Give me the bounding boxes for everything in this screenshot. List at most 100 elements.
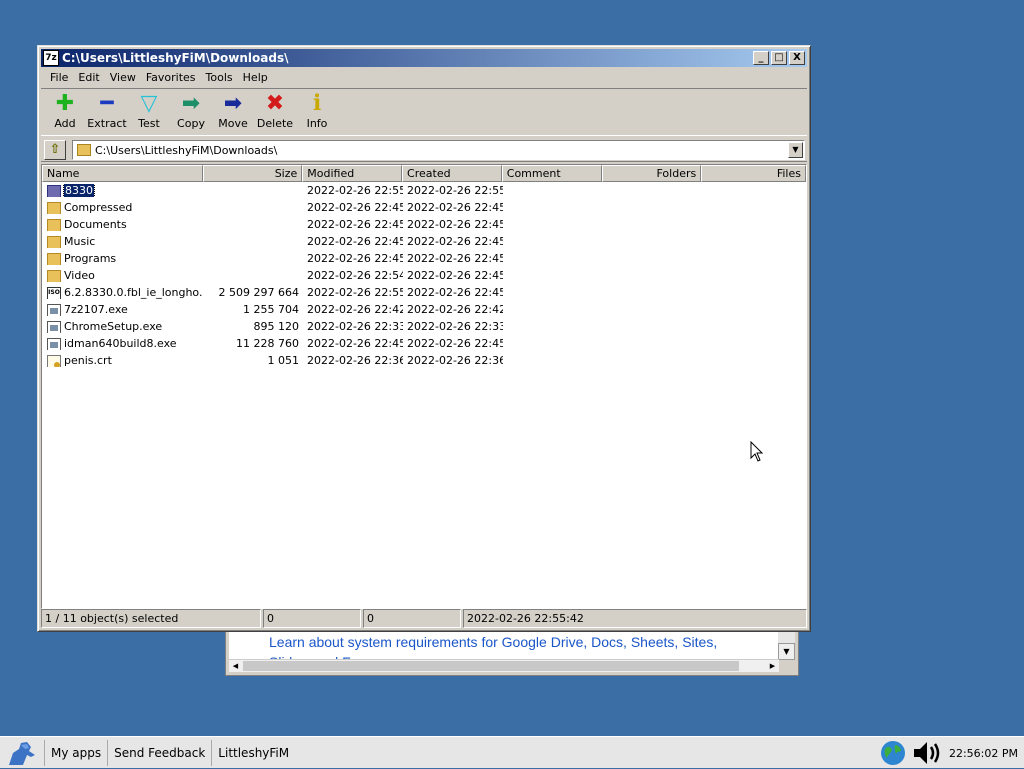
file-modified: 2022-02-26 22:45 <box>307 337 403 350</box>
file-modified: 2022-02-26 22:42 <box>307 303 403 316</box>
column-created[interactable]: Created <box>402 165 502 182</box>
file-name: idman640build8.exe <box>64 337 177 350</box>
menu-tools[interactable]: Tools <box>201 71 238 84</box>
path-combobox[interactable]: C:\Users\LittleshyFiM\Downloads\ ▼ <box>72 140 805 160</box>
move-label: Move <box>218 117 248 130</box>
delete-button[interactable]: ✖ Delete <box>254 89 296 135</box>
file-name: 7z2107.exe <box>64 303 128 316</box>
file-row[interactable]: ISO 6.2.8330.0.fbl_ie_longho... 2 509 297 … <box>42 284 806 301</box>
mouse-pointer-icon <box>750 441 764 462</box>
test-label: Test <box>138 117 160 130</box>
column-files[interactable]: Files <box>701 165 806 182</box>
file-row[interactable]: 7z2107.exe 1 255 704 2022-02-26 22:42 2022-… <box>42 301 806 318</box>
file-created: 2022-02-26 22:45 <box>407 218 503 231</box>
folder-icon <box>77 144 91 156</box>
file-row[interactable]: Documents 2022-02-26 22:45 2022-02-26 22:4… <box>42 216 806 233</box>
delete-label: Delete <box>256 117 294 130</box>
add-label: Add <box>54 117 76 130</box>
scroll-left-icon[interactable]: ◀ <box>229 660 242 672</box>
file-name-cell: ChromeSetup.exe <box>42 320 203 333</box>
menu-edit[interactable]: Edit <box>73 71 104 84</box>
exe-file-icon <box>47 321 61 333</box>
minimize-button[interactable]: _ <box>753 51 769 65</box>
file-modified: 2022-02-26 22:55 <box>307 184 403 197</box>
file-size: 1 051 <box>267 354 300 367</box>
extract-label: Extract <box>87 117 127 130</box>
toolbar: ✚ Add ━ Extract ▽ Test ➡ Copy ➡ Move ✖ D… <box>41 88 807 136</box>
taskbar-littleshyfim[interactable]: LittleshyFiM <box>211 739 295 766</box>
horizontal-scrollbar[interactable]: ◀ ▶ <box>229 659 779 672</box>
menu-help[interactable]: Help <box>238 71 273 84</box>
exe-file-icon <box>47 338 61 350</box>
browser-content: Learn about system requirements for Goog… <box>229 632 779 660</box>
system-requirements-link[interactable]: Learn about system requirements for Goog… <box>269 632 749 660</box>
file-rows: 8330 2022-02-26 22:55 2022-02-26 22:55 Comp… <box>42 182 806 369</box>
menu-bar: File Edit View Favorites Tools Help <box>41 68 807 86</box>
column-modified[interactable]: Modified <box>302 165 403 182</box>
scroll-thumb[interactable] <box>243 661 739 671</box>
column-name[interactable]: Name <box>42 165 203 182</box>
column-headers: Name Size Modified Created Comment Folde… <box>42 165 806 182</box>
move-button[interactable]: ➡ Move <box>212 89 254 135</box>
maximize-button[interactable]: □ <box>771 51 787 65</box>
scroll-down-icon[interactable]: ▼ <box>778 643 795 660</box>
status-size: 0 <box>263 609 361 628</box>
file-row[interactable]: Video 2022-02-26 22:54 2022-02-26 22:45 <box>42 267 806 284</box>
menu-view[interactable]: View <box>105 71 141 84</box>
column-size[interactable]: Size <box>202 165 303 182</box>
file-row[interactable]: idman640build8.exe 11 228 760 2022-02-26 2… <box>42 335 806 352</box>
file-created: 2022-02-26 22:45 <box>407 235 503 248</box>
copy-button[interactable]: ➡ Copy <box>170 89 212 135</box>
taskbar: My apps Send Feedback LittleshyFiM 22:56… <box>0 736 1024 768</box>
certificate-file-icon <box>47 355 61 367</box>
close-button[interactable]: X <box>789 51 805 65</box>
info-button[interactable]: ℹ Info <box>296 89 338 135</box>
file-row[interactable]: Music 2022-02-26 22:45 2022-02-26 22:45 <box>42 233 806 250</box>
file-size: 895 120 <box>253 320 300 333</box>
column-comment[interactable]: Comment <box>501 165 602 182</box>
up-folder-button[interactable]: ⇧ <box>44 140 66 160</box>
file-name: 8330 <box>63 184 95 197</box>
file-row[interactable]: ChromeSetup.exe 895 120 2022-02-26 22:33 20… <box>42 318 806 335</box>
dropdown-arrow-icon[interactable]: ▼ <box>788 142 803 158</box>
menu-favorites[interactable]: Favorites <box>141 71 201 84</box>
add-button[interactable]: ✚ Add <box>44 89 86 135</box>
file-name-cell: ISO 6.2.8330.0.fbl_ie_longho... <box>42 286 203 299</box>
folder-icon <box>47 236 61 248</box>
taskbar-send-feedback[interactable]: Send Feedback <box>107 739 211 766</box>
file-row[interactable]: 8330 2022-02-26 22:55 2022-02-26 22:55 <box>42 182 806 199</box>
move-icon: ➡ <box>223 91 243 116</box>
file-created: 2022-02-26 22:36 <box>407 354 503 367</box>
info-icon: ℹ <box>312 91 322 116</box>
volume-icon[interactable] <box>911 739 945 767</box>
column-folders[interactable]: Folders <box>601 165 702 182</box>
test-button[interactable]: ▽ Test <box>128 89 170 135</box>
path-text[interactable]: C:\Users\LittleshyFiM\Downloads\ <box>95 144 277 157</box>
folder-icon <box>47 253 61 265</box>
file-name-cell: 7z2107.exe <box>42 303 203 316</box>
delete-icon: ✖ <box>265 91 285 116</box>
status-datetime: 2022-02-26 22:55:42 <box>463 609 807 628</box>
address-bar: ⇧ C:\Users\LittleshyFiM\Downloads\ ▼ <box>41 138 807 162</box>
taskbar-my-apps[interactable]: My apps <box>44 739 107 766</box>
extract-button[interactable]: ━ Extract <box>86 89 128 135</box>
clock[interactable]: 22:56:02 PM <box>949 747 1024 760</box>
file-modified: 2022-02-26 22:45 <box>307 252 403 265</box>
title-bar[interactable]: 7z C:\Users\LittleshyFiM\Downloads\ _ □ … <box>41 49 807 67</box>
file-name-cell: 8330 <box>42 184 203 197</box>
scroll-right-icon[interactable]: ▶ <box>766 660 779 672</box>
file-size: 1 255 704 <box>243 303 299 316</box>
window-title: C:\Users\LittleshyFiM\Downloads\ <box>62 51 289 65</box>
network-globe-icon[interactable] <box>879 739 907 767</box>
folder-icon <box>47 270 61 282</box>
start-button[interactable] <box>0 737 44 769</box>
copy-icon: ➡ <box>181 91 201 116</box>
file-created: 2022-02-26 22:33 <box>407 320 503 333</box>
background-browser-window[interactable]: Learn about system requirements for Goog… <box>225 628 799 676</box>
menu-file[interactable]: File <box>45 71 73 84</box>
file-row[interactable]: Programs 2022-02-26 22:45 2022-02-26 22:45 <box>42 250 806 267</box>
vertical-scrollbar[interactable]: ▼ <box>778 632 795 660</box>
file-row[interactable]: Compressed 2022-02-26 22:45 2022-02-26 22:… <box>42 199 806 216</box>
file-row[interactable]: penis.crt 1 051 2022-02-26 22:36 2022-02-26… <box>42 352 806 369</box>
file-list[interactable]: Name Size Modified Created Comment Folde… <box>41 164 807 609</box>
